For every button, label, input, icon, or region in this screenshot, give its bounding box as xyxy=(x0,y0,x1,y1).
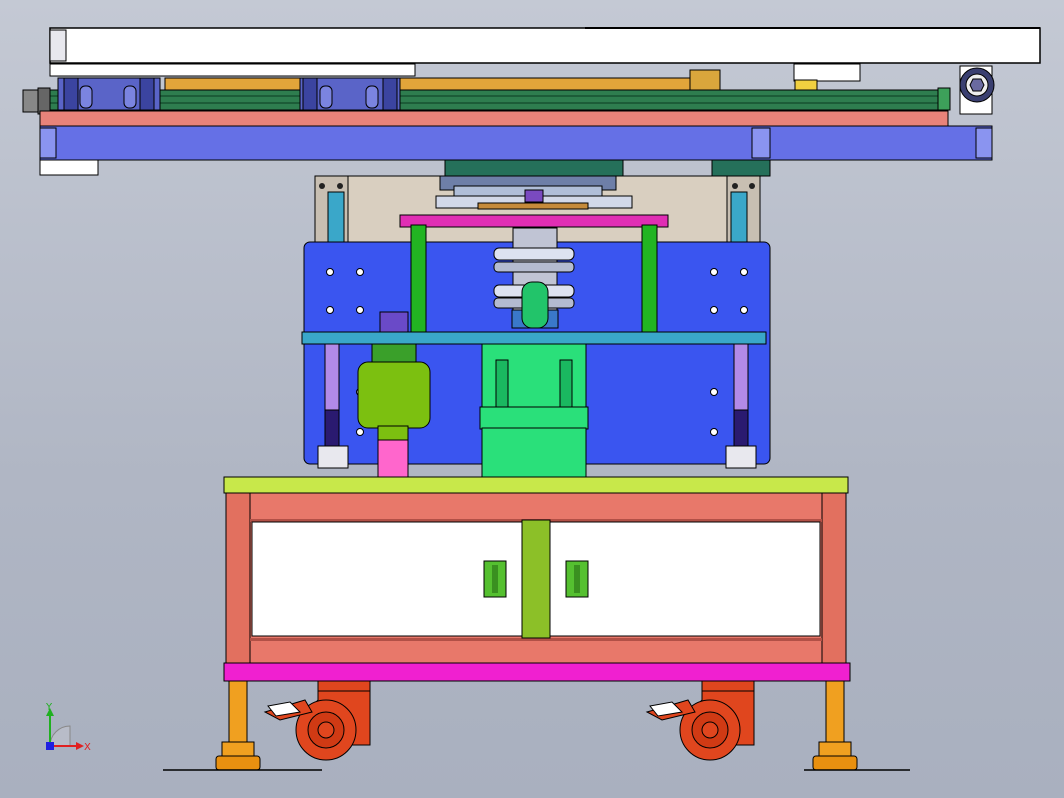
caster-left xyxy=(263,680,371,761)
bearing-block-left xyxy=(57,77,161,111)
axis-triad: Y X xyxy=(45,702,91,753)
green-post-right xyxy=(641,224,658,333)
door-right xyxy=(549,521,821,637)
rail-tab-right xyxy=(793,63,861,82)
x-axis-label: X xyxy=(84,742,91,753)
blue-beam xyxy=(39,125,993,161)
top-rail xyxy=(49,27,1041,64)
caster-right xyxy=(645,680,755,761)
green-post-left xyxy=(410,224,427,333)
turntable-top xyxy=(444,159,624,179)
top-gantry xyxy=(22,27,1041,176)
cad-viewport[interactable]: Y X xyxy=(0,0,1064,798)
cabinet xyxy=(223,476,851,682)
door-divider xyxy=(521,519,551,639)
door-left xyxy=(251,521,523,637)
orange-strip xyxy=(164,77,721,92)
machine-drawing: Y X xyxy=(22,27,1041,771)
top-rail-endcap xyxy=(49,29,67,62)
cyan-plate xyxy=(301,331,767,345)
slide-rail xyxy=(47,89,944,111)
base-bar xyxy=(223,662,851,682)
salmon-beam xyxy=(39,110,949,127)
servo-motor xyxy=(479,343,589,479)
cabinet-top xyxy=(223,476,849,494)
orange-block xyxy=(689,69,721,93)
rail-tab-left xyxy=(49,63,416,77)
blue-panel xyxy=(301,224,771,479)
y-axis-label: Y xyxy=(45,702,53,713)
magenta-bar xyxy=(399,214,669,228)
idler-pulley xyxy=(959,65,995,115)
legs xyxy=(163,680,910,771)
bearing-block-right xyxy=(299,77,401,111)
